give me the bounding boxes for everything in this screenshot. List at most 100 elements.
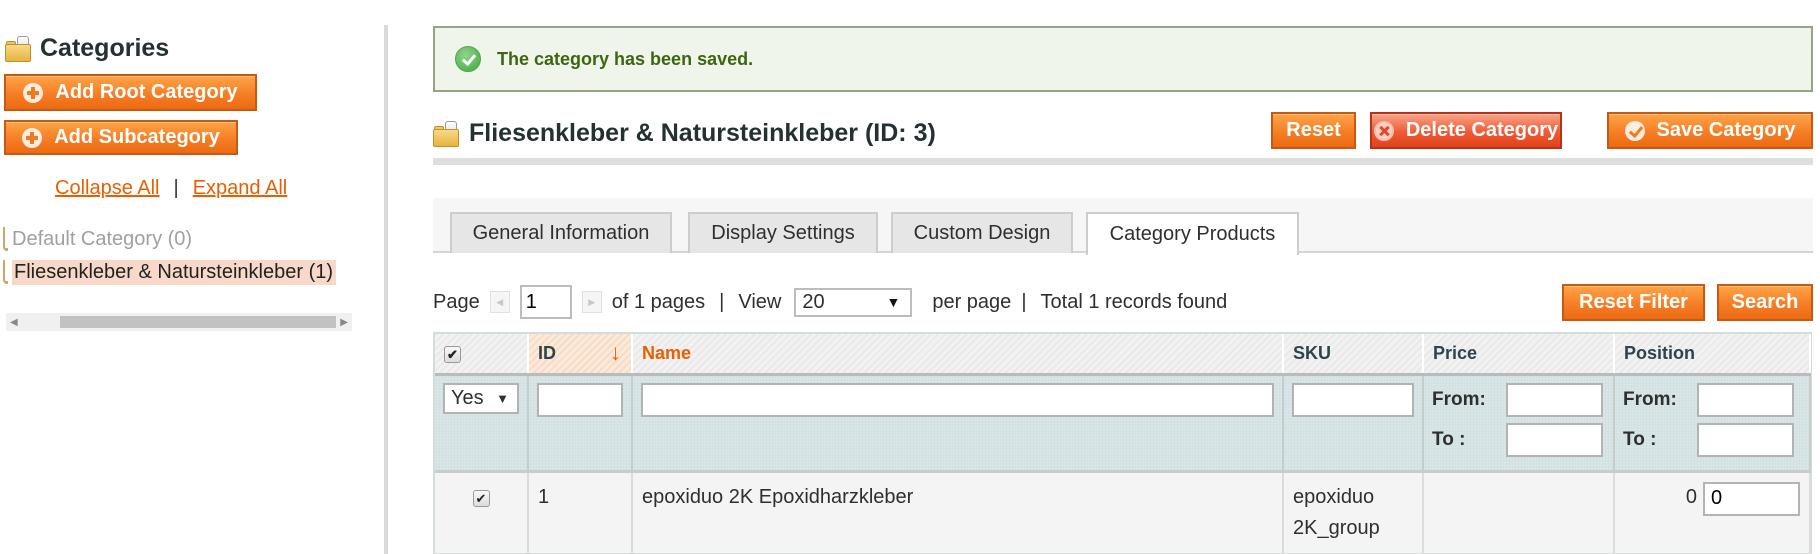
pager-separator: | <box>719 290 725 313</box>
delete-category-button[interactable]: Delete Category <box>1370 112 1562 149</box>
sku-line: epoxiduo <box>1293 485 1375 508</box>
position-to-row: To : <box>1623 422 1801 457</box>
scroll-right-arrow-icon[interactable]: ▶ <box>340 317 348 328</box>
pager-separator: | <box>1021 290 1027 313</box>
in-category-filter-select[interactable]: Yes ▼ <box>443 382 519 414</box>
next-page-icon[interactable]: ▶ <box>581 291 602 313</box>
price-to-row: To : <box>1432 422 1605 457</box>
price-from-row: From: <box>1432 382 1605 417</box>
position-input[interactable] <box>1703 481 1800 516</box>
reset-filter-button[interactable]: Reset Filter <box>1562 284 1705 321</box>
column-header-position[interactable]: Position <box>1614 334 1811 376</box>
success-check-icon <box>455 46 481 72</box>
position-from-input[interactable] <box>1697 382 1794 417</box>
tree-node-label: Fliesenkleber & Natursteinkleber (1) <box>12 259 337 285</box>
success-message: The category has been saved. <box>433 26 1813 92</box>
price-from-input[interactable] <box>1506 382 1603 417</box>
column-header-id[interactable]: ID ↓ <box>528 334 633 376</box>
search-label: Search <box>1731 291 1799 313</box>
from-label: From: <box>1432 388 1486 410</box>
add-root-category-button[interactable]: Add Root Category <box>4 74 257 111</box>
column-label: ID <box>538 342 556 363</box>
tree-node-label: Default Category (0) <box>12 227 193 250</box>
name-filter-input[interactable] <box>641 382 1274 417</box>
column-header-price[interactable]: Price <box>1423 334 1615 376</box>
reset-label: Reset <box>1286 119 1341 141</box>
per-page-select[interactable]: 20 ▼ <box>794 287 913 317</box>
tab-bar: General Information Display Settings Cus… <box>433 198 1813 255</box>
per-page-value: 20 <box>802 290 825 313</box>
cell-id: 1 <box>528 471 633 553</box>
plus-circle-icon <box>22 127 43 148</box>
sort-descending-icon: ↓ <box>610 340 621 365</box>
check-circle-icon <box>1624 120 1645 141</box>
cell-select: ✔ <box>435 471 529 553</box>
table-row[interactable]: ✔ 1 epoxiduo 2K Epoxidharzkleber epoxidu… <box>435 471 1811 553</box>
tree-node-default-category[interactable]: Default Category (0) <box>0 225 336 253</box>
delete-x-icon <box>1373 120 1394 141</box>
sidebar-header: Categories <box>5 34 169 63</box>
tab-display-settings[interactable]: Display Settings <box>688 212 878 253</box>
categories-sidebar: Categories Add Root Category Add Subcate… <box>0 0 385 554</box>
page-label: Page <box>433 290 480 313</box>
column-header-sku[interactable]: SKU <box>1283 334 1424 376</box>
filter-cell-sku <box>1283 374 1424 473</box>
header-divider <box>433 158 1813 165</box>
id-filter-input[interactable] <box>537 382 623 417</box>
success-message-text: The category has been saved. <box>497 48 754 69</box>
page-title: Fliesenkleber & Natursteinkleber (ID: 3) <box>469 119 936 147</box>
collapse-all-link[interactable]: Collapse All <box>55 177 160 199</box>
expand-all-link[interactable]: Expand All <box>193 177 288 199</box>
column-header-name[interactable]: Name <box>632 334 1284 376</box>
sidebar-title: Categories <box>40 34 170 62</box>
tab-custom-design[interactable]: Custom Design <box>891 212 1073 253</box>
category-products-grid: ✔ ID ↓ Name SKU Price Position Yes ▼ Fro… <box>433 332 1812 554</box>
page-number-input[interactable] <box>519 285 572 319</box>
per-page-label: per page <box>932 290 1012 313</box>
link-separator: | <box>173 177 179 199</box>
tab-label: General Information <box>472 222 650 244</box>
column-label: Name <box>642 342 692 363</box>
save-category-button[interactable]: Save Category <box>1607 112 1813 149</box>
grid-filter-row: Yes ▼ From: To: From: To: <box>435 374 1811 473</box>
of-pages-text: of 1 pages <box>611 290 706 313</box>
plus-circle-icon <box>23 82 44 103</box>
dropdown-caret-icon: ▼ <box>496 390 509 406</box>
previous-page-icon[interactable]: ◀ <box>489 291 510 313</box>
reset-button[interactable]: Reset <box>1271 112 1356 149</box>
dropdown-caret-icon: ▼ <box>886 294 901 310</box>
tab-general-information[interactable]: General Information <box>450 212 672 253</box>
tab-label: Display Settings <box>711 222 855 244</box>
view-label: View <box>738 290 782 313</box>
filter-cell-position: From: To : <box>1614 374 1811 473</box>
select-all-checkbox[interactable]: ✔ <box>444 346 461 364</box>
scroll-left-arrow-icon[interactable]: ◀ <box>10 317 18 328</box>
column-header-select[interactable]: ✔ <box>435 334 529 376</box>
add-subcategory-label: Add Subcategory <box>54 126 220 148</box>
position-to-input[interactable] <box>1697 422 1794 457</box>
tab-label: Category Products <box>1109 223 1276 245</box>
total-records-text: Total 1 records found <box>1040 290 1228 313</box>
to-label: To : <box>1432 428 1466 450</box>
position-from-row: From: <box>1623 382 1801 417</box>
column-label: Price <box>1433 342 1478 363</box>
tree-toggle-links: Collapse All | Expand All <box>55 177 287 200</box>
delete-category-label: Delete Category <box>1405 119 1559 141</box>
column-label: Position <box>1624 342 1695 363</box>
column-label: SKU <box>1293 342 1332 363</box>
price-to-input[interactable] <box>1506 422 1603 457</box>
tree-horizontal-scrollbar[interactable]: ◀ ▶ <box>6 313 352 331</box>
tree-node-fliesenkleber[interactable]: Fliesenkleber & Natursteinkleber (1) <box>0 258 337 286</box>
search-button[interactable]: Search <box>1717 284 1813 321</box>
add-root-category-label: Add Root Category <box>55 81 238 103</box>
sku-filter-input[interactable] <box>1292 382 1414 417</box>
grid-header-row: ✔ ID ↓ Name SKU Price Position <box>435 334 1811 376</box>
folder-icon <box>5 35 33 62</box>
tab-category-products[interactable]: Category Products <box>1086 212 1299 255</box>
from-label: From: <box>1623 388 1677 410</box>
position-text: 0 <box>1685 485 1697 508</box>
row-checkbox[interactable]: ✔ <box>472 489 490 507</box>
scrollbar-thumb[interactable] <box>60 316 336 328</box>
add-subcategory-button[interactable]: Add Subcategory <box>4 120 238 155</box>
tree-branch-icon <box>3 227 8 251</box>
